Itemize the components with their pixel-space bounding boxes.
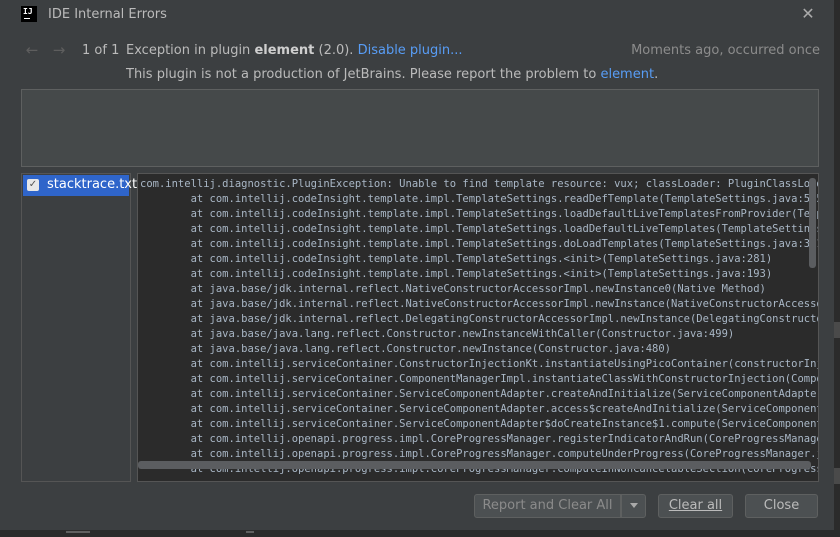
vendor-notice: This plugin is not a production of JetBr…	[126, 67, 658, 82]
clear-all-label: Clear all	[668, 498, 723, 513]
editor-background-bottom	[0, 530, 840, 537]
report-and-clear-all-button[interactable]: Report and Clear All	[474, 494, 621, 518]
horizontal-scrollbar[interactable]	[138, 461, 811, 469]
editor-fragment	[834, 322, 840, 338]
ide-internal-errors-dialog: IJ IDE Internal Errors ✕ ← → 1 of 1 Exce…	[0, 0, 834, 530]
report-vendor-link[interactable]: element	[600, 67, 654, 82]
intellij-app-icon: IJ	[21, 6, 37, 22]
vendor-notice-end: .	[654, 67, 659, 82]
vendor-notice-text: This plugin is not a production of JetBr…	[126, 67, 601, 82]
plugin-name: element	[254, 43, 315, 58]
chevron-down-icon	[629, 503, 638, 508]
attachment-item[interactable]: ✓ stacktrace.txt	[23, 175, 137, 196]
attachments-list: ✓ stacktrace.txt	[21, 173, 137, 482]
vertical-scrollbar[interactable]	[809, 178, 816, 268]
arrow-right-icon[interactable]: →	[51, 41, 67, 59]
report-options-dropdown-button[interactable]	[621, 494, 646, 518]
stacktrace-viewer[interactable]: com.intellij.diagnostic.PluginException:…	[137, 173, 819, 482]
window-title: IDE Internal Errors	[48, 7, 167, 22]
title-bar[interactable]: IJ IDE Internal Errors ✕	[0, 0, 834, 30]
attachment-name: stacktrace.txt	[47, 177, 138, 192]
attachment-checkbox[interactable]: ✓	[27, 179, 39, 191]
occurrence-timestamp: Moments ago, occurred once	[631, 43, 820, 58]
error-counter: 1 of 1	[82, 43, 120, 58]
stacktrace-text: com.intellij.diagnostic.PluginException:…	[140, 178, 819, 475]
disable-plugin-link[interactable]: Disable plugin...	[358, 43, 463, 58]
close-button[interactable]: Close	[745, 494, 818, 518]
plugin-version: (2.0).	[314, 43, 358, 58]
header-prefix: Exception in plugin	[126, 43, 255, 58]
editor-fragment	[834, 468, 840, 484]
close-icon[interactable]: ✕	[800, 5, 816, 23]
arrow-left-icon[interactable]: ←	[24, 41, 40, 59]
editor-background-strip	[834, 0, 840, 537]
comment-textarea[interactable]	[21, 89, 819, 167]
clear-all-button[interactable]: Clear all	[658, 494, 733, 518]
exception-header: Exception in plugin element (2.0). Disab…	[126, 43, 463, 58]
